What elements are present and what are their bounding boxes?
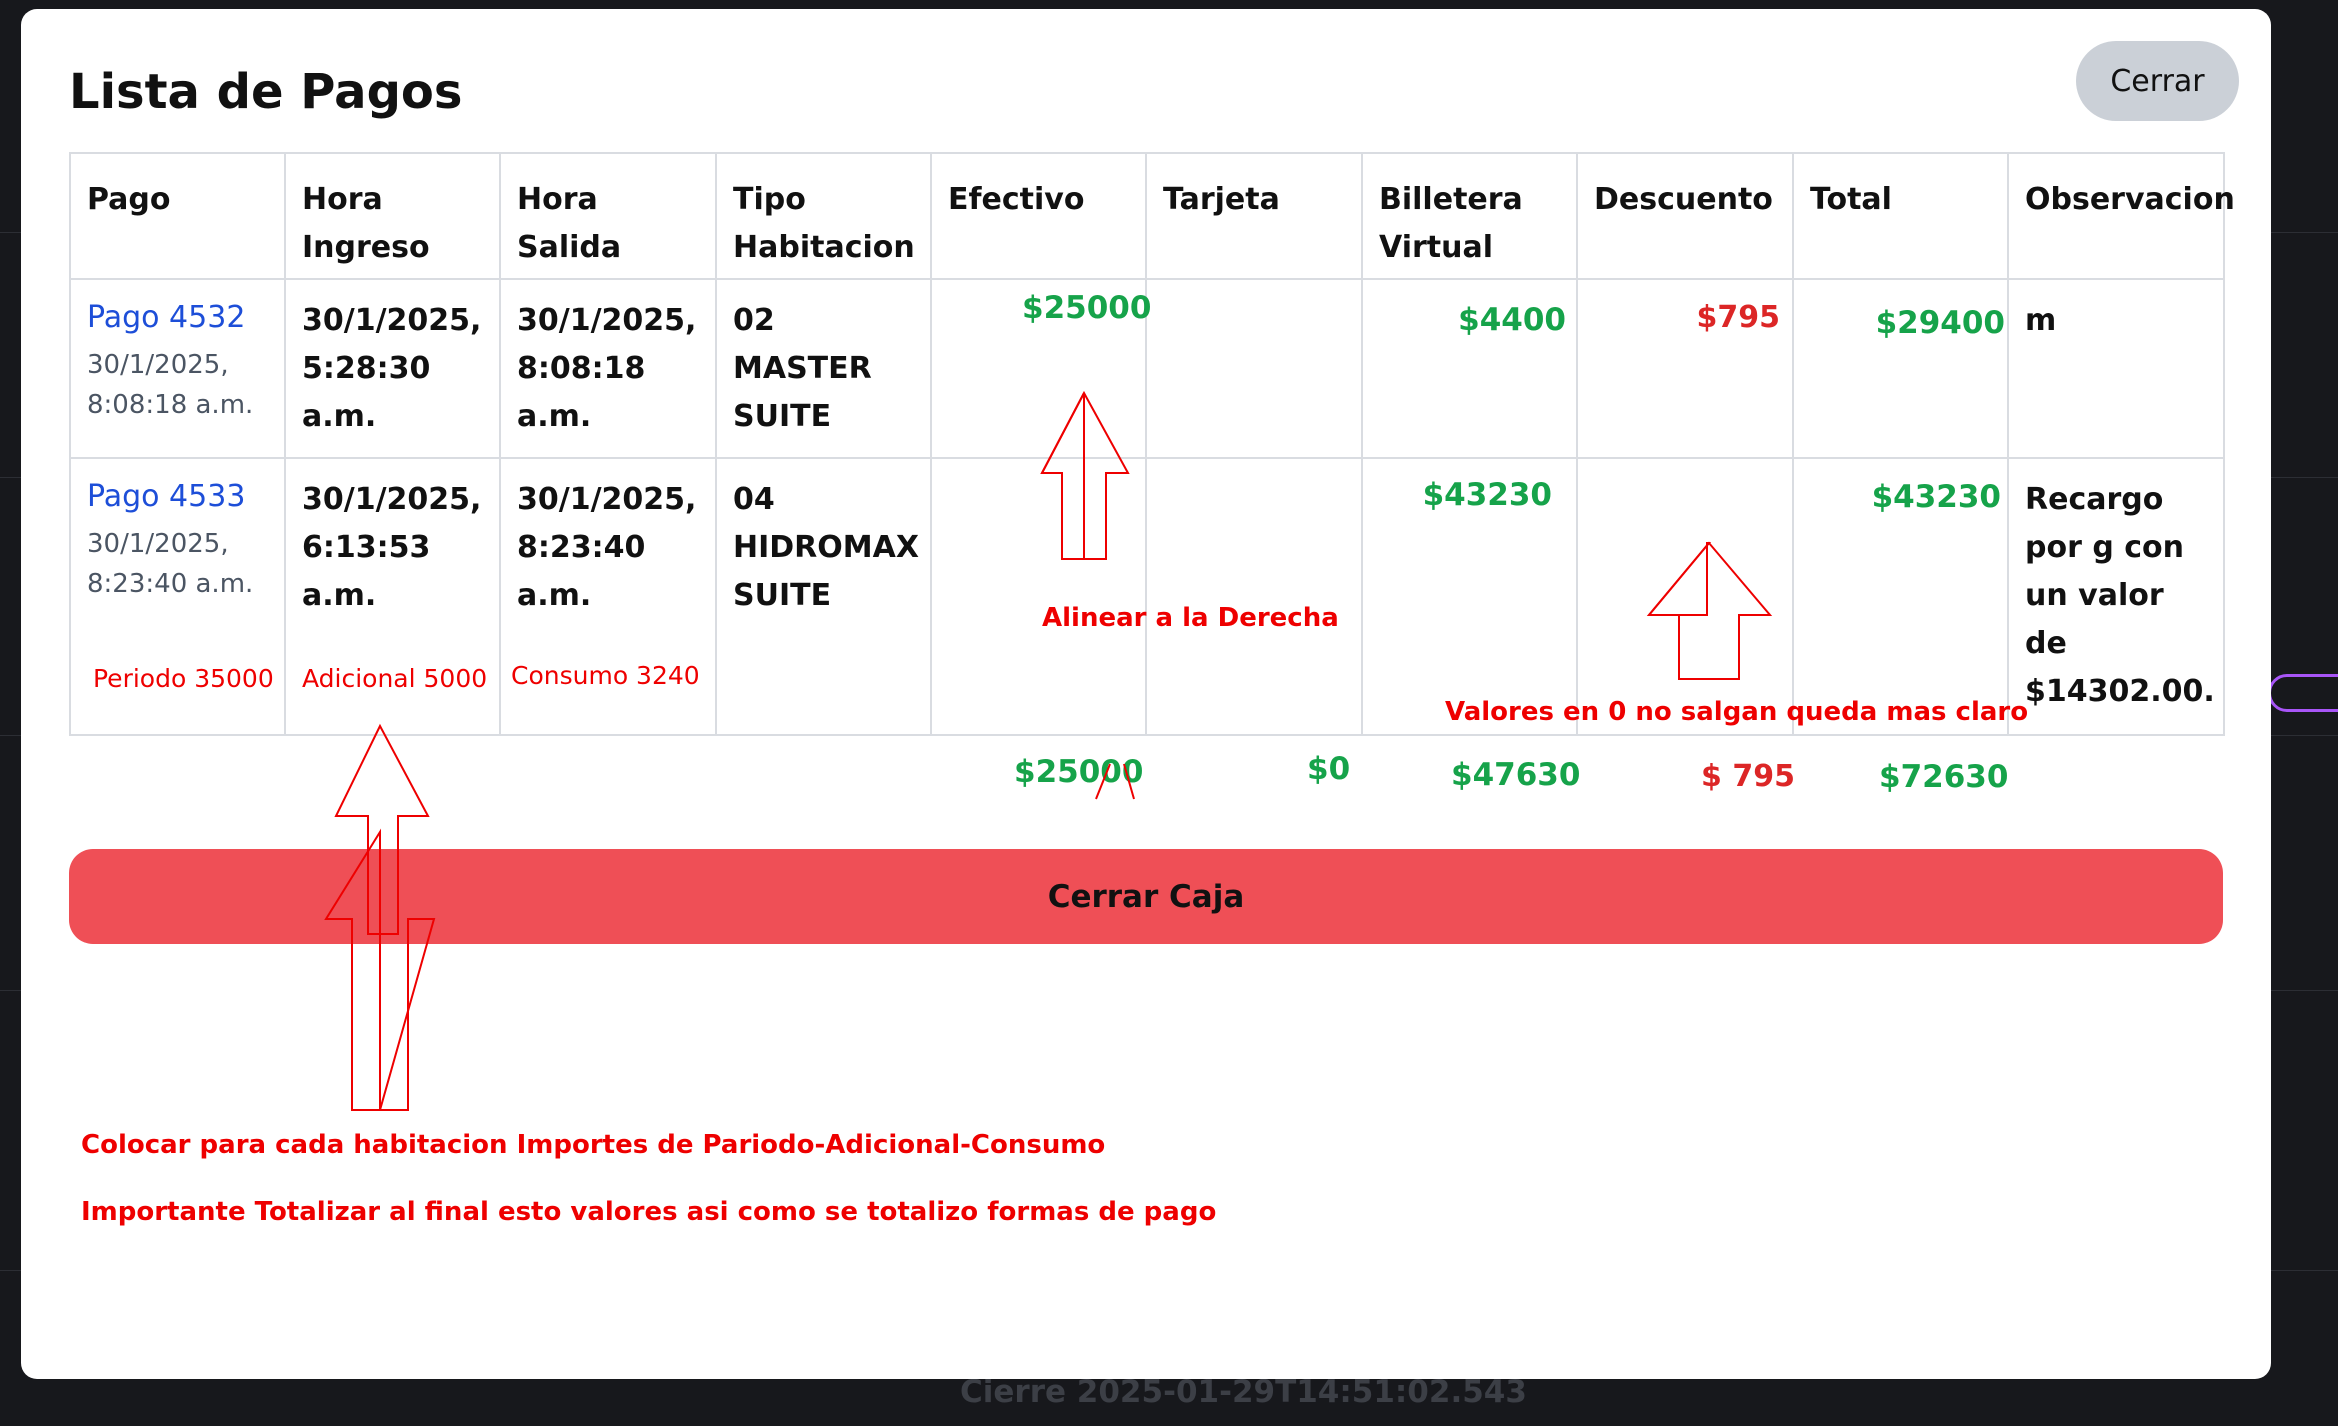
cell-observacion: m — [2007, 278, 2225, 459]
note-adicional: Adicional 5000 — [302, 664, 488, 693]
payment-date: 30/1/2025, — [87, 529, 229, 559]
checkin-date: 30/1/2025, — [302, 482, 482, 517]
cell-pago: Pago 4532 30/1/2025, 8:08:18 a.m. — [69, 278, 286, 459]
room-type-suffix: SUITE — [733, 399, 832, 434]
note-periodo: Periodo 35000 — [93, 664, 274, 693]
observation-line: $14302.00. — [2025, 674, 2215, 709]
cell-billetera: $4400 — [1361, 278, 1578, 459]
header-hora-salida: Hora Salida — [499, 152, 717, 280]
header-descuento: Descuento — [1576, 152, 1794, 280]
observation-line: Recargo — [2025, 482, 2164, 517]
payments-modal: Lista de Pagos Cerrar Pago Hora Ingreso … — [21, 9, 2271, 1379]
amount-efectivo: $25000 — [1022, 290, 1152, 326]
checkout-date: 30/1/2025, — [517, 303, 697, 338]
cell-total: $43230 — [1792, 457, 2009, 736]
cell-efectivo — [930, 457, 1147, 736]
payment-link[interactable]: Pago 4532 — [87, 300, 245, 335]
cell-observacion: Recargo por g con un valor de $14302.00. — [2007, 457, 2225, 736]
total-tarjeta: $0 — [1307, 751, 1351, 787]
observation-line: un valor — [2025, 578, 2164, 613]
payment-date: 30/1/2025, — [87, 350, 229, 380]
checkin-time: 5:28:30 — [302, 351, 431, 386]
cell-tipo: 04 HIDROMAX SUITE — [715, 457, 932, 736]
cell-hora-salida: 30/1/2025, 8:08:18 a.m. — [499, 278, 717, 459]
amount-total: $43230 — [1871, 479, 2001, 515]
checkout-date: 30/1/2025, — [517, 482, 697, 517]
amount-billetera: $43230 — [1422, 477, 1552, 513]
annotation-room-amounts: Colocar para cada habitacion Importes de… — [81, 1130, 1106, 1160]
payment-time: 8:23:40 a.m. — [87, 569, 254, 599]
cell-hora-ingreso: 30/1/2025, 5:28:30 a.m. — [284, 278, 501, 459]
cell-descuento — [1576, 457, 1794, 736]
cell-tarjeta — [1145, 278, 1363, 459]
header-tarjeta: Tarjeta — [1145, 152, 1363, 280]
header-billetera: Billetera Virtual — [1361, 152, 1578, 280]
table-row: Pago 4533 30/1/2025, 8:23:40 a.m. Period… — [69, 457, 2225, 736]
modal-title: Lista de Pagos — [69, 64, 463, 120]
room-type: HIDROMAX — [733, 530, 919, 565]
payment-time: 8:08:18 a.m. — [87, 390, 254, 420]
payments-table: Pago Hora Ingreso Hora Salida Tipo Habit… — [69, 152, 2235, 736]
header-observacion: Observacion — [2007, 152, 2235, 280]
checkin-ampm: a.m. — [302, 578, 377, 613]
payment-link[interactable]: Pago 4533 — [87, 479, 245, 514]
annotation-align-right: Alinear a la Derecha — [1042, 603, 1339, 633]
total-efectivo: $25000 — [1014, 754, 1144, 790]
cell-billetera: $43230 — [1361, 457, 1578, 736]
header-efectivo: Efectivo — [930, 152, 1147, 280]
cell-efectivo: $25000 — [930, 278, 1151, 459]
total-descuento: $ 795 — [1701, 759, 1795, 794]
amount-descuento: $795 — [1696, 300, 1781, 335]
background-toggle — [2268, 674, 2338, 712]
table-row: Pago 4532 30/1/2025, 8:08:18 a.m. 30/1/2… — [69, 278, 2225, 459]
room-number: 02 — [733, 303, 775, 338]
cell-hora-ingreso: 30/1/2025, 6:13:53 a.m. Adicional 5000 — [284, 457, 501, 736]
checkout-ampm: a.m. — [517, 578, 592, 613]
annotation-totalize: Importante Totalizar al final esto valor… — [81, 1197, 1217, 1227]
background-footer-text: Cierre 2025-01-29T14:51:02.543 — [960, 1374, 1527, 1410]
cell-hora-salida: 30/1/2025, 8:23:40 a.m. Consumo 3240 — [499, 457, 717, 736]
cell-total: $29400 — [1792, 278, 2009, 459]
room-type: MASTER — [733, 351, 872, 386]
room-type-suffix: SUITE — [733, 578, 832, 613]
header-tipo-habitacion: Tipo Habitacion — [715, 152, 932, 280]
cell-tipo: 02 MASTER SUITE — [715, 278, 932, 459]
total-billetera: $47630 — [1451, 757, 1581, 793]
amount-billetera: $4400 — [1458, 302, 1566, 338]
annotation-zero-values: Valores en 0 no salgan queda mas claro — [1445, 697, 2029, 727]
checkout-time: 8:23:40 — [517, 530, 646, 565]
cell-descuento: $795 — [1576, 278, 1794, 459]
checkout-time: 8:08:18 — [517, 351, 646, 386]
observation-line: por g con — [2025, 530, 2184, 565]
checkin-ampm: a.m. — [302, 399, 377, 434]
total-general: $72630 — [1879, 759, 2009, 795]
room-number: 04 — [733, 482, 775, 517]
amount-total: $29400 — [1875, 305, 2005, 341]
table-header-row: Pago Hora Ingreso Hora Salida Tipo Habit… — [69, 152, 2235, 280]
header-pago: Pago — [69, 152, 286, 280]
checkin-time: 6:13:53 — [302, 530, 431, 565]
observation-line: de — [2025, 626, 2067, 661]
close-button[interactable]: Cerrar — [2076, 41, 2239, 121]
header-hora-ingreso: Hora Ingreso — [284, 152, 501, 280]
cell-pago: Pago 4533 30/1/2025, 8:23:40 a.m. Period… — [69, 457, 286, 736]
close-register-button[interactable]: Cerrar Caja — [69, 849, 2223, 944]
observation-text: m — [2025, 303, 2057, 338]
checkin-date: 30/1/2025, — [302, 303, 482, 338]
note-consumo: Consumo 3240 — [511, 661, 700, 690]
checkout-ampm: a.m. — [517, 399, 592, 434]
cell-tarjeta — [1145, 457, 1363, 736]
header-total: Total — [1792, 152, 2009, 280]
